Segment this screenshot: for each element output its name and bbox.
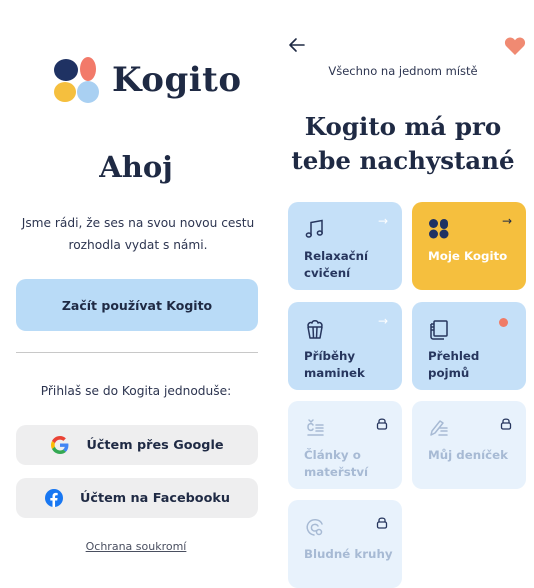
google-button-label: Účtem přes Google <box>86 437 224 453</box>
back-arrow-icon[interactable] <box>286 34 308 56</box>
facebook-login-button[interactable]: Účtem na Facebooku <box>16 478 258 518</box>
card-articles[interactable]: Články o mateřství <box>288 401 402 489</box>
card-label: Můj deníček <box>428 448 509 462</box>
lock-icon <box>376 514 388 529</box>
google-icon <box>50 435 70 455</box>
card-label: Články o mateřství <box>304 448 369 479</box>
overview-panel: Všechno na jednom místě Kogito má pro te… <box>272 0 534 588</box>
lock-icon <box>376 415 388 430</box>
privacy-link[interactable]: Ochrana soukromí <box>0 540 272 553</box>
new-badge-dot <box>499 318 508 327</box>
circles-icon <box>304 516 326 538</box>
heart-icon[interactable] <box>504 36 526 56</box>
divider <box>16 352 258 353</box>
card-diary[interactable]: Můj deníček <box>412 401 526 489</box>
music-note-icon <box>304 218 326 240</box>
facebook-button-label: Účtem na Facebooku <box>79 490 231 506</box>
welcome-panel: Kogito Ahoj Jsme rádi, že ses na svou no… <box>0 0 272 588</box>
arrow-right-icon: → <box>501 214 512 228</box>
card-label: Bludné kruhy <box>304 547 393 561</box>
card-vicious-circles[interactable]: Bludné kruhy <box>288 500 402 588</box>
app-logo: Kogito <box>52 52 242 108</box>
card-label: Relaxační cvičení <box>304 249 369 280</box>
pencil-notes-icon <box>428 417 450 439</box>
articles-icon <box>304 417 326 439</box>
card-label: Moje Kogito <box>428 249 508 263</box>
greeting-title: Ahoj <box>99 150 173 184</box>
popcorn-icon <box>304 318 326 340</box>
card-relaxation[interactable]: → Relaxační cvičení <box>288 202 402 290</box>
card-my-kogito[interactable]: → Moje Kogito <box>412 202 526 290</box>
start-button[interactable]: Začít používat Kogito <box>16 279 258 331</box>
login-hint: Přihlaš se do Kogita jednoduše: <box>40 384 232 398</box>
arrow-right-icon: → <box>377 214 388 228</box>
app-name: Kogito <box>112 60 242 100</box>
card-label: Příběhy maminek <box>304 349 365 380</box>
card-glossary[interactable]: Přehled pojmů <box>412 302 526 390</box>
overview-subtitle: Všechno na jednom místě <box>328 64 478 78</box>
arrow-right-icon: → <box>377 314 388 328</box>
lock-icon <box>500 415 512 430</box>
kogito-logo-icon <box>428 218 450 240</box>
facebook-icon <box>44 488 64 508</box>
kogito-logo-icon <box>52 55 102 105</box>
overview-title: Kogito má pro tebe nachystané <box>291 112 515 175</box>
card-mothers-stories[interactable]: → Příběhy maminek <box>288 302 402 390</box>
google-login-button[interactable]: Účtem přes Google <box>16 425 258 465</box>
intro-text: Jsme rádi, že ses na svou novou cestu ro… <box>21 216 255 252</box>
glossary-icon <box>428 318 450 340</box>
card-label: Přehled pojmů <box>428 349 480 380</box>
